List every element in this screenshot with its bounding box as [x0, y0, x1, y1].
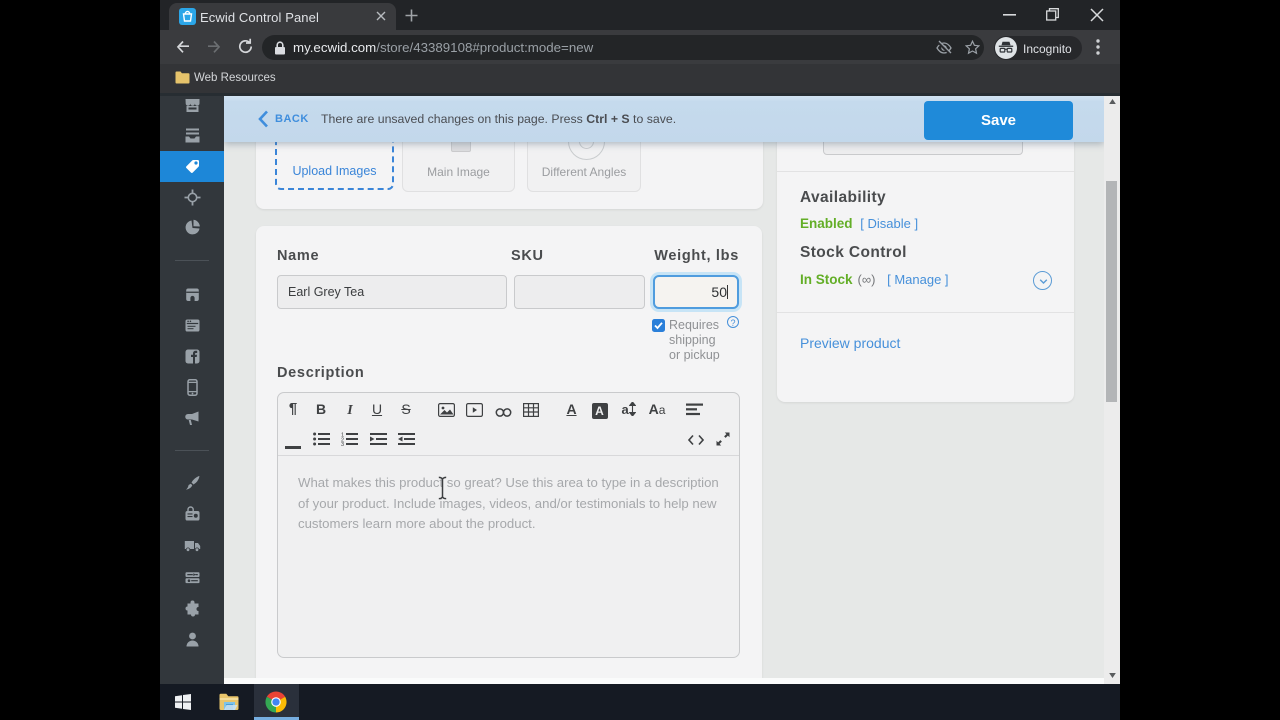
svg-text:3: 3: [341, 442, 344, 446]
